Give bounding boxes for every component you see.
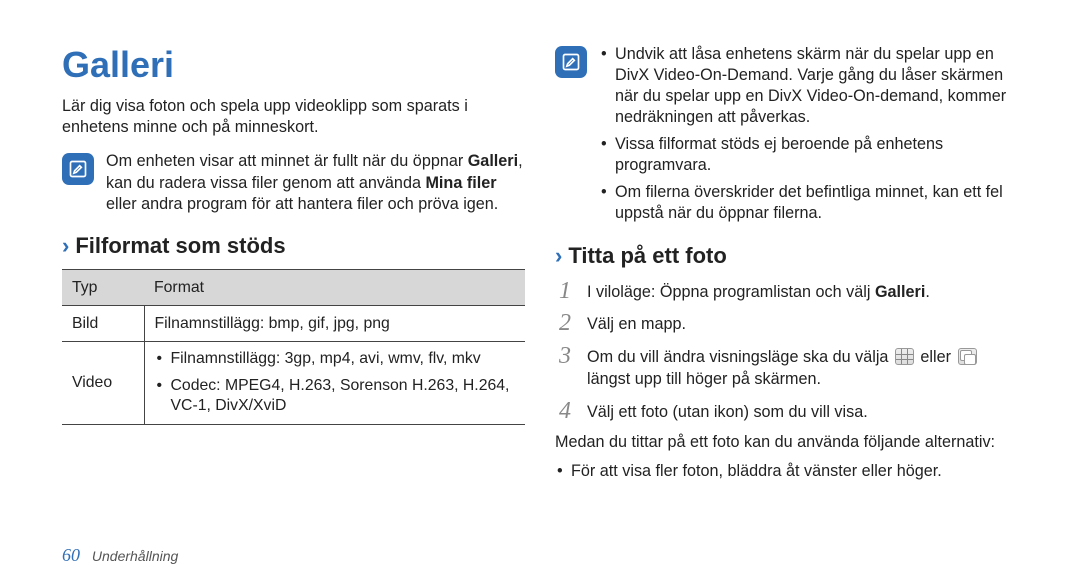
grid-view-icon bbox=[895, 348, 914, 365]
chevron-icon: › bbox=[555, 243, 562, 269]
list-item: Codec: MPEG4, H.263, Sorenson H.263, H.2… bbox=[157, 376, 516, 417]
list-item: Filnamnstillägg: 3gp, mp4, avi, wmv, flv… bbox=[157, 349, 516, 370]
list-item: För att visa fler foton, bläddra åt väns… bbox=[557, 461, 1018, 482]
note-text: Om enheten visar att minnet är fullt när… bbox=[106, 151, 525, 214]
step-1: 1 I viloläge: Öppna programlistan och vä… bbox=[555, 279, 1018, 304]
step-number: 4 bbox=[555, 399, 575, 423]
subheading-filformat: › Filformat som stöds bbox=[62, 233, 525, 259]
step-number: 3 bbox=[555, 344, 575, 368]
subheading-titta: › Titta på ett foto bbox=[555, 243, 1018, 269]
note-icon bbox=[62, 153, 94, 185]
th-format: Format bbox=[144, 269, 525, 305]
list-item: Vissa filformat stöds ej beroende på enh… bbox=[601, 134, 1018, 176]
note-text-a: Om enheten visar att minnet är fullt när… bbox=[106, 152, 468, 170]
td-type-video: Video bbox=[62, 342, 144, 425]
table-row: Bild Filnamnstillägg: bmp, gif, jpg, png bbox=[62, 305, 525, 341]
step-number: 1 bbox=[555, 279, 575, 303]
step-text-a: Om du vill ändra visningsläge ska du väl… bbox=[587, 348, 893, 366]
list-item: Undvik att låsa enhetens skärm när du sp… bbox=[601, 44, 1018, 128]
step-bold-galleri: Galleri bbox=[875, 283, 925, 301]
table-row: Video Filnamnstillägg: 3gp, mp4, avi, wm… bbox=[62, 342, 525, 425]
two-column-layout: Galleri Lär dig visa foton och spela upp… bbox=[62, 44, 1018, 482]
after-steps-paragraph: Medan du tittar på ett foto kan du använ… bbox=[555, 432, 1018, 453]
left-column: Galleri Lär dig visa foton och spela upp… bbox=[62, 44, 525, 482]
step-3: 3 Om du vill ändra visningsläge ska du v… bbox=[555, 344, 1018, 391]
table-header-row: Typ Format bbox=[62, 269, 525, 305]
page: Galleri Lär dig visa foton och spela upp… bbox=[0, 0, 1080, 586]
note-bullet-list: Undvik att låsa enhetens skärm när du sp… bbox=[599, 44, 1018, 225]
step-number: 2 bbox=[555, 311, 575, 335]
step-text-mid: eller bbox=[916, 348, 956, 366]
step-4: 4 Välj ett foto (utan ikon) som du vill … bbox=[555, 399, 1018, 424]
step-text-b: längst upp till höger på skärmen. bbox=[587, 370, 821, 388]
pencil-note-icon bbox=[68, 159, 88, 179]
page-title: Galleri bbox=[62, 44, 525, 86]
td-format-bild: Filnamnstillägg: bmp, gif, jpg, png bbox=[144, 305, 525, 341]
page-footer: 60 Underhållning bbox=[62, 545, 178, 566]
pencil-note-icon bbox=[561, 52, 581, 72]
td-type-bild: Bild bbox=[62, 305, 144, 341]
subheading-text: Titta på ett foto bbox=[568, 243, 726, 269]
note-text: Undvik att låsa enhetens skärm när du sp… bbox=[599, 44, 1018, 225]
note-block-memory-full: Om enheten visar att minnet är fullt när… bbox=[62, 151, 525, 214]
stack-view-icon bbox=[958, 348, 977, 365]
note-block-divx: Undvik att låsa enhetens skärm när du sp… bbox=[555, 44, 1018, 225]
step-body: Välj ett foto (utan ikon) som du vill vi… bbox=[587, 399, 1018, 424]
list-item: Om filerna överskrider det befintliga mi… bbox=[601, 182, 1018, 224]
note-bold-mina-filer: Mina filer bbox=[425, 174, 496, 192]
intro-paragraph: Lär dig visa foton och spela upp videokl… bbox=[62, 96, 525, 137]
step-2: 2 Välj en mapp. bbox=[555, 311, 1018, 336]
video-format-list: Filnamnstillägg: 3gp, mp4, avi, wmv, flv… bbox=[155, 349, 516, 417]
step-body: I viloläge: Öppna programlistan och välj… bbox=[587, 279, 1018, 304]
options-list: För att visa fler foton, bläddra åt väns… bbox=[555, 461, 1018, 482]
format-table: Typ Format Bild Filnamnstillägg: bmp, gi… bbox=[62, 269, 525, 425]
chevron-icon: › bbox=[62, 233, 69, 259]
note-text-c: eller andra program för att hantera file… bbox=[106, 195, 498, 213]
step-text-b: . bbox=[925, 283, 930, 301]
page-number: 60 bbox=[62, 545, 80, 565]
right-column: Undvik att låsa enhetens skärm när du sp… bbox=[555, 44, 1018, 482]
note-icon bbox=[555, 46, 587, 78]
steps-list: 1 I viloläge: Öppna programlistan och vä… bbox=[555, 279, 1018, 424]
th-type: Typ bbox=[62, 269, 144, 305]
note-bold-galleri: Galleri bbox=[468, 152, 518, 170]
step-text-a: I viloläge: Öppna programlistan och välj bbox=[587, 283, 875, 301]
footer-section: Underhållning bbox=[92, 548, 178, 564]
td-format-video: Filnamnstillägg: 3gp, mp4, avi, wmv, flv… bbox=[144, 342, 525, 425]
step-body: Välj en mapp. bbox=[587, 311, 1018, 336]
step-body: Om du vill ändra visningsläge ska du väl… bbox=[587, 344, 1018, 391]
subheading-text: Filformat som stöds bbox=[75, 233, 285, 259]
